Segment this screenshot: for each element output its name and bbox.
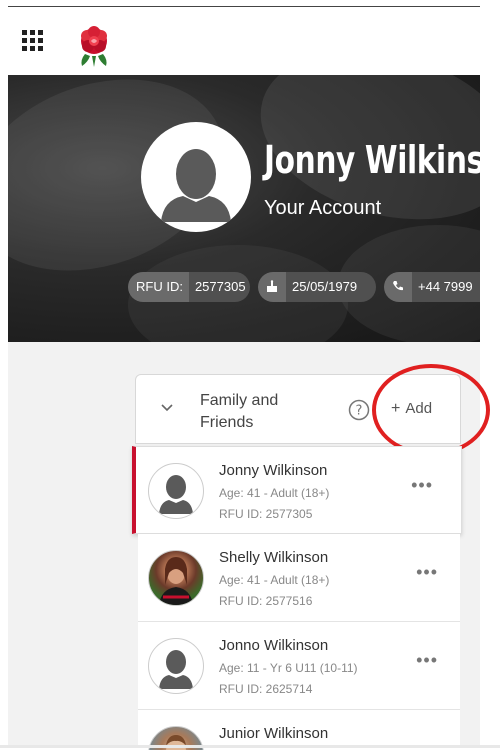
member-avatar: [148, 638, 204, 694]
dob-value: 25/05/1979: [292, 279, 358, 294]
member-age: Age: 41 - Adult (18+): [219, 486, 330, 500]
member-row-jonno[interactable]: Jonno Wilkinson Age: 11 - Yr 6 U11 (10-1…: [138, 622, 460, 710]
person-silhouette-icon: [161, 149, 231, 222]
rfu-id-label: RFU ID:: [128, 272, 189, 302]
profile-hero-banner: Jonny Wilkinson Your Account RFU ID: 2577…: [8, 75, 480, 342]
member-row-shelly[interactable]: Shelly Wilkinson Age: 41 - Adult (18+) R…: [138, 534, 460, 622]
family-title: Family and Friends: [200, 392, 279, 431]
person-silhouette-icon: [159, 475, 193, 514]
add-label: Add: [405, 400, 433, 417]
plus-icon: +: [391, 400, 401, 417]
cake-icon: [258, 272, 286, 302]
svg-text:?: ?: [356, 404, 363, 419]
more-options-icon[interactable]: •••: [411, 475, 433, 496]
rfu-id-value: 2577305: [194, 279, 246, 294]
member-rfu-id: RFU ID: 2577516: [219, 594, 313, 608]
member-name: Shelly Wilkinson: [219, 549, 329, 566]
member-rfu-id: RFU ID: 2577305: [219, 507, 313, 521]
phone-value: +44 7999: [418, 279, 473, 294]
chevron-down-icon[interactable]: [160, 401, 174, 415]
profile-avatar[interactable]: [141, 122, 251, 232]
person-silhouette-icon: [159, 650, 193, 689]
member-age: Age: 11 - Yr 6 U11 (10-11): [219, 661, 358, 675]
member-row-jonny[interactable]: Jonny Wilkinson Age: 41 - Adult (18+) RF…: [132, 446, 462, 534]
member-avatar: [148, 463, 204, 519]
help-icon[interactable]: ?: [348, 399, 370, 421]
family-and-friends-header: Family and Friends ? + Add: [135, 374, 461, 444]
member-photo: [148, 550, 204, 606]
member-row-junior[interactable]: Junior Wilkinson: [138, 710, 460, 750]
profile-subtitle: Your Account: [264, 197, 382, 219]
phone-icon: [384, 272, 412, 302]
top-bar: [0, 8, 500, 74]
phone-chip: +44 7999: [384, 272, 480, 302]
rfu-id-chip: RFU ID: 2577305: [128, 272, 250, 302]
dob-chip: 25/05/1979: [258, 272, 376, 302]
more-options-icon[interactable]: •••: [416, 650, 438, 671]
member-rfu-id: RFU ID: 2625714: [219, 682, 313, 696]
member-name: Junior Wilkinson: [219, 725, 329, 742]
member-age: Age: 41 - Adult (18+): [219, 573, 330, 587]
apps-grid-icon[interactable]: [22, 30, 44, 52]
more-options-icon[interactable]: •••: [416, 562, 438, 583]
member-name: Jonno Wilkinson: [219, 637, 329, 654]
member-name: Jonny Wilkinson: [219, 462, 328, 479]
profile-name: Jonny Wilkinson: [264, 138, 480, 182]
add-member-button[interactable]: + Add: [391, 400, 432, 418]
top-divider: [8, 6, 480, 7]
england-rose-logo[interactable]: [76, 24, 112, 68]
